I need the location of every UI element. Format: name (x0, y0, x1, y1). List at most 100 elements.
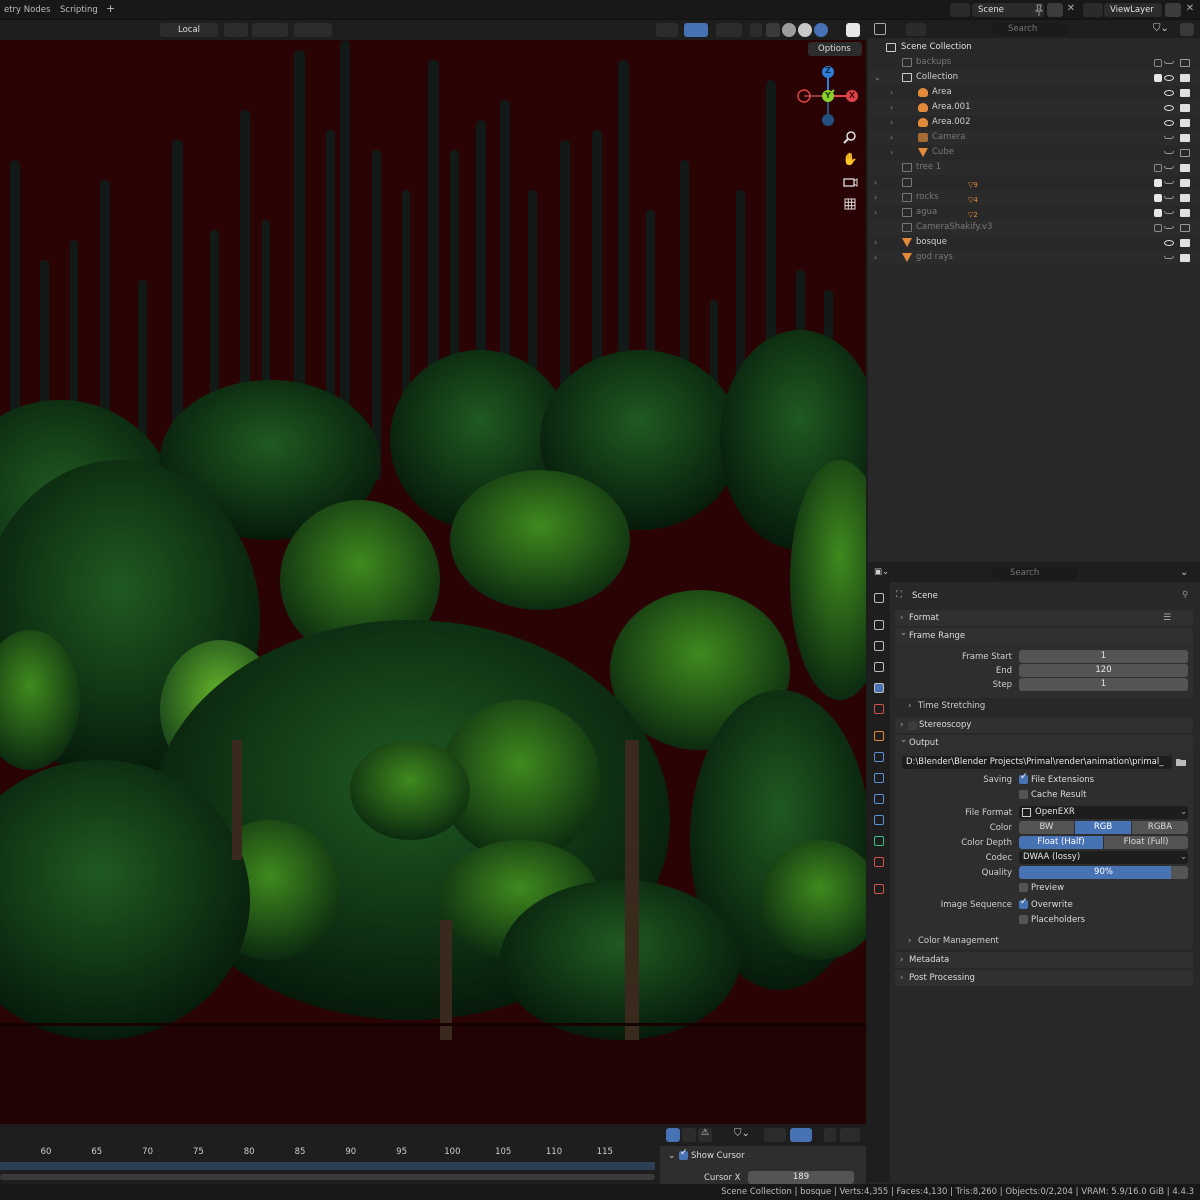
placeholders-checkbox[interactable] (1019, 915, 1028, 924)
frame-end-field[interactable]: 120 (1019, 664, 1188, 677)
panel-post-processing[interactable]: Post Processing (895, 970, 1193, 986)
delete-viewlayer-icon[interactable]: ✕ (1182, 3, 1198, 17)
render-camera-icon[interactable] (1180, 118, 1190, 127)
outliner-row-tree-1[interactable]: tree 1 (868, 160, 1200, 175)
outliner-row-area-001[interactable]: › Area.001 (868, 100, 1200, 115)
eye-icon[interactable] (1164, 74, 1174, 81)
render-camera-icon[interactable] (1180, 133, 1190, 142)
expand-chevron-icon[interactable]: › (874, 235, 877, 250)
exclude-checkbox[interactable] (1154, 163, 1162, 172)
proportional-icon[interactable] (824, 1128, 836, 1142)
display-mode-icon[interactable] (906, 23, 926, 36)
snap-icon[interactable] (252, 23, 288, 37)
auto-keying-icon[interactable] (790, 1128, 812, 1142)
preview-checkbox[interactable] (1019, 883, 1028, 892)
expand-chevron-icon[interactable]: › (890, 100, 893, 115)
3d-viewport[interactable] (0, 20, 866, 1124)
view-layer-tab-icon[interactable] (874, 662, 884, 672)
rendered-shading-icon[interactable] (814, 23, 828, 37)
render-camera-icon[interactable] (1180, 163, 1190, 172)
wireframe-shading-icon[interactable] (766, 23, 780, 37)
pin-context-icon[interactable]: ⚲ (1182, 590, 1188, 600)
exclude-checkbox[interactable] (1154, 193, 1162, 202)
zoom-icon[interactable] (842, 130, 858, 146)
color-rgba-option[interactable]: RGBA (1132, 821, 1188, 834)
expand-chevron-icon[interactable]: › (890, 145, 893, 160)
properties-editor-type-icon[interactable]: ▣⌄ (874, 567, 894, 579)
new-viewlayer-icon[interactable] (1165, 3, 1181, 17)
visibility-icon[interactable] (656, 23, 678, 37)
solid-shading-icon[interactable] (782, 23, 796, 37)
render-camera-icon[interactable] (1180, 103, 1190, 112)
xray-icon[interactable] (750, 23, 762, 37)
color-bw-option[interactable]: BW (1019, 821, 1074, 834)
outliner-row-bosque[interactable]: › bosque (868, 235, 1200, 250)
presets-list-icon[interactable]: ☰ (1163, 613, 1171, 623)
exclude-checkbox[interactable] (1154, 178, 1162, 187)
outliner-row-hidden-collection[interactable]: › ▽9 (868, 175, 1200, 190)
constraints-tab-icon[interactable] (874, 815, 884, 825)
depth-full-option[interactable]: Float (Full) (1104, 836, 1188, 849)
falloff-icon[interactable] (840, 1128, 860, 1142)
quality-slider[interactable]: 90% (1019, 866, 1188, 879)
outliner-row-scene-collection[interactable]: Scene Collection (868, 40, 1200, 55)
panel-frame-range[interactable]: Frame Range (895, 625, 1193, 644)
eye-closed-icon[interactable] (1164, 151, 1174, 154)
tool-tab-icon[interactable] (874, 593, 884, 603)
exclude-checkbox[interactable] (1154, 223, 1162, 232)
eye-icon[interactable] (1164, 239, 1174, 246)
pin-icon[interactable] (1032, 3, 1048, 17)
expand-chevron-icon[interactable]: › (874, 205, 877, 220)
eye-icon[interactable] (1164, 104, 1174, 111)
folder-icon[interactable] (1175, 756, 1187, 768)
properties-search-input[interactable]: Search (992, 567, 1078, 580)
options-dropdown[interactable]: Options (808, 42, 862, 56)
workspace-tab-scripting[interactable]: Scripting (56, 3, 102, 18)
depth-half-option[interactable]: Float (Half) (1019, 836, 1103, 849)
world-tab-icon[interactable] (874, 704, 884, 714)
expand-chevron-icon[interactable]: › (874, 250, 877, 265)
outliner-row-area-002[interactable]: › Area.002 (868, 115, 1200, 130)
render-camera-icon[interactable] (1180, 223, 1190, 232)
outliner-row-cube[interactable]: › Cube (868, 145, 1200, 160)
eye-closed-icon[interactable] (1164, 136, 1174, 139)
color-rgb-option[interactable]: RGB (1075, 821, 1131, 834)
outliner-row-god-rays[interactable]: › god rays (868, 250, 1200, 265)
eye-closed-icon[interactable] (1164, 61, 1174, 64)
properties-options-chevron-icon[interactable]: ⌄ (1180, 567, 1188, 578)
expand-chevron-icon[interactable]: ⌄ (874, 70, 881, 85)
view-layer-field[interactable]: ViewLayer (1104, 3, 1162, 17)
outliner-search-input[interactable]: Search (992, 23, 1068, 36)
eye-icon[interactable] (1164, 89, 1174, 96)
expand-chevron-icon[interactable]: › (890, 115, 893, 130)
show-cursor-chevron-icon[interactable]: ⌄ (668, 1151, 676, 1161)
render-camera-icon[interactable] (1180, 73, 1190, 82)
timeline-scrollbar[interactable] (0, 1174, 655, 1180)
render-camera-icon[interactable] (1180, 148, 1190, 157)
stereoscopy-checkbox[interactable] (908, 720, 917, 730)
panel-stereoscopy[interactable]: Stereoscopy (895, 717, 1193, 733)
exclude-checkbox[interactable] (1154, 73, 1162, 82)
file-format-dropdown[interactable]: OpenEXR (1019, 806, 1188, 819)
output-path-field[interactable]: D:\Blender\Blender Projects\Primal\rende… (902, 756, 1172, 769)
new-scene-icon[interactable] (1047, 3, 1063, 17)
render-camera-icon[interactable] (1180, 208, 1190, 217)
exclude-checkbox[interactable] (1154, 58, 1162, 67)
render-camera-icon[interactable] (1180, 178, 1190, 187)
cache-result-checkbox[interactable] (1019, 790, 1028, 799)
transform-orientation-dropdown[interactable]: Local (160, 23, 218, 37)
eye-closed-icon[interactable] (1164, 211, 1174, 214)
outliner-row-agua[interactable]: › agua ▽2 (868, 205, 1200, 220)
expand-chevron-icon[interactable]: › (890, 85, 893, 100)
workspace-tab-geometry-nodes[interactable]: etry Nodes (0, 3, 54, 18)
cursor-x-field[interactable]: 189 (748, 1171, 854, 1184)
codec-dropdown[interactable]: DWAA (lossy) (1019, 851, 1188, 864)
box-select-icon[interactable] (682, 1128, 696, 1142)
texture-tab-icon[interactable] (874, 884, 884, 894)
select-tool-icon[interactable] (666, 1128, 680, 1142)
viewlayer-browse-icon[interactable] (1083, 3, 1103, 17)
grid-view-icon[interactable] (842, 196, 858, 212)
render-camera-icon[interactable] (1180, 238, 1190, 247)
timeline-scrub-range[interactable] (0, 1162, 655, 1170)
modifier-tab-icon[interactable] (874, 752, 884, 762)
